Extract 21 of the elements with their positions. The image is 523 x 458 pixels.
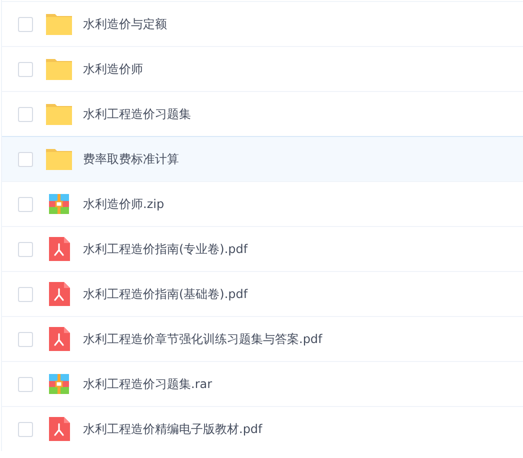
file-name[interactable]: 水利工程造价精编电子版教材.pdf xyxy=(83,420,262,438)
checkbox[interactable] xyxy=(18,106,33,122)
file-name[interactable]: 水利工程造价指南(专业卷).pdf xyxy=(83,240,248,258)
checkbox[interactable] xyxy=(18,16,33,32)
file-name[interactable]: 水利工程造价习题集.rar xyxy=(83,376,212,392)
checkbox[interactable] xyxy=(18,332,33,346)
checkbox[interactable] xyxy=(18,62,33,76)
file-name[interactable]: 水利工程造价章节强化训练习题集与答案.pdf xyxy=(83,330,322,348)
file-name[interactable]: 费率取费标准计算 xyxy=(83,150,179,168)
checkbox[interactable] xyxy=(18,196,33,212)
file-row[interactable]: 费率取费标准计算 xyxy=(2,136,523,181)
checkbox[interactable] xyxy=(18,422,33,436)
file-name[interactable]: 水利工程造价指南(基础卷).pdf xyxy=(83,286,248,302)
checkbox[interactable] xyxy=(18,152,33,166)
checkbox[interactable] xyxy=(18,376,33,392)
file-name[interactable]: 水利造价师 xyxy=(83,60,143,78)
file-name[interactable]: 水利工程造价习题集 xyxy=(83,106,191,122)
checkbox[interactable] xyxy=(18,242,33,256)
file-name[interactable]: 水利造价与定额 xyxy=(83,16,167,32)
file-name[interactable]: 水利造价师.zip xyxy=(83,196,164,212)
checkbox[interactable] xyxy=(18,286,33,302)
